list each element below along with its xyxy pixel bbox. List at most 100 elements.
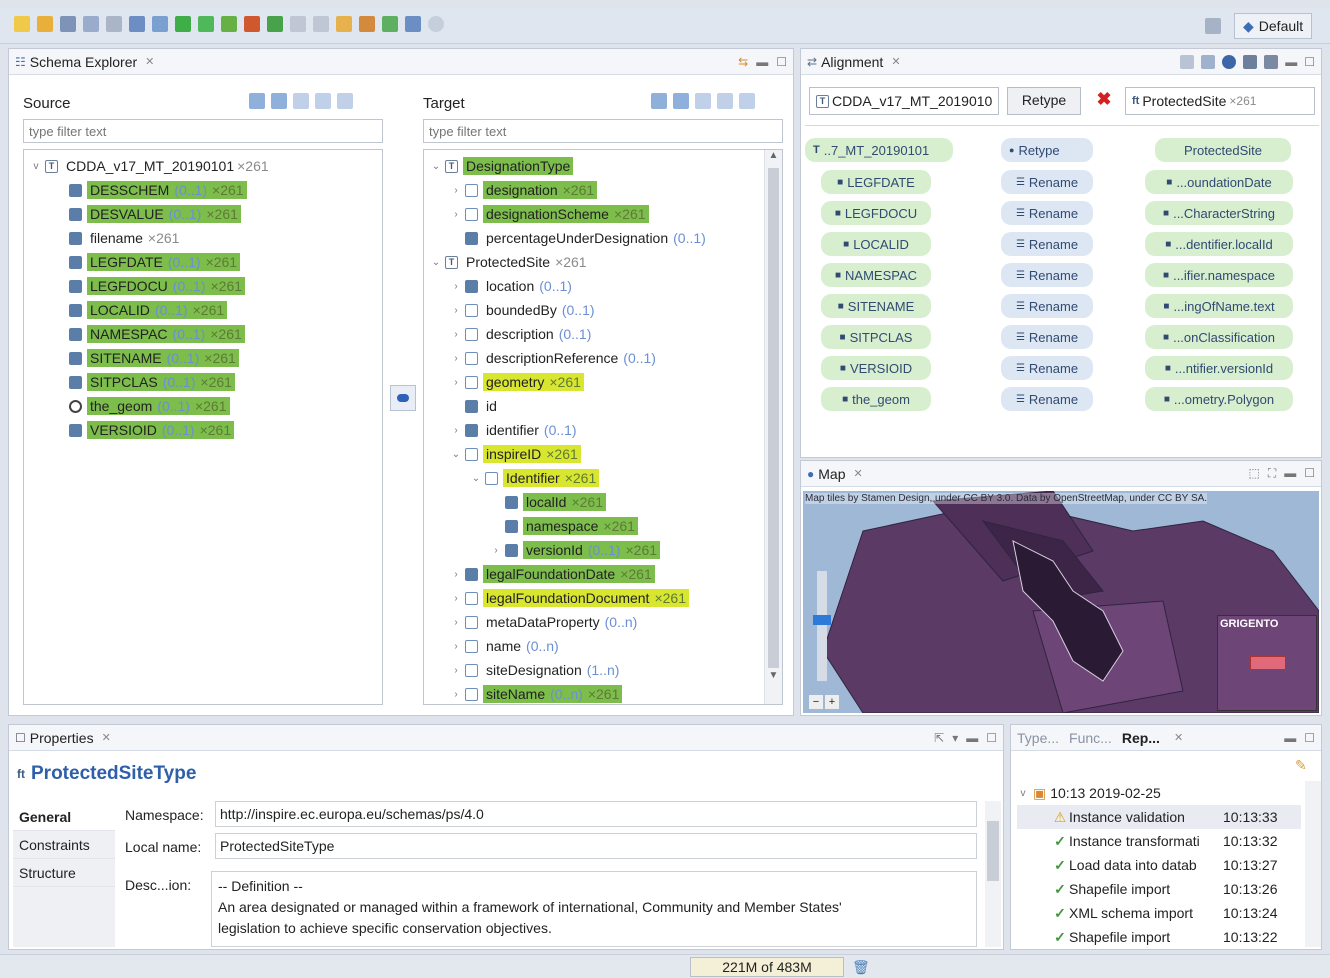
minimize-icon[interactable]: ▬ xyxy=(1284,731,1296,745)
tree-item[interactable]: › identifier (0..1) xyxy=(424,418,782,442)
remove-icon[interactable]: ✖ xyxy=(1093,89,1115,113)
expand-toggle-icon[interactable]: ⌄ xyxy=(430,257,442,268)
alignment-source-entity[interactable]: ■ LEGFDATE xyxy=(821,170,931,194)
close-icon[interactable]: ✕ xyxy=(102,731,111,744)
properties-tab[interactable]: ☐ Properties ✕ ⇱ ▾ ▬ ☐ xyxy=(9,725,1003,751)
tree-icon[interactable] xyxy=(244,16,260,32)
alignment-target-entity[interactable]: ■ ...ingOfName.text xyxy=(1145,294,1293,318)
open-icon[interactable] xyxy=(37,16,53,32)
alignment-head-target[interactable]: ProtectedSite xyxy=(1155,138,1291,162)
link-icon[interactable] xyxy=(359,16,375,32)
collapse-toggle-icon[interactable]: v xyxy=(1017,788,1029,799)
link-editor-icon[interactable]: ⇆ xyxy=(738,55,748,69)
close-icon[interactable]: ✕ xyxy=(891,55,900,68)
tree-item[interactable]: › versionId (0..1) ×261 xyxy=(424,538,782,562)
alignment-function-cell[interactable]: ☰ Rename xyxy=(1001,232,1093,256)
tree-item[interactable]: ⌄ inspireID ×261 xyxy=(424,442,782,466)
tree-item[interactable]: › siteName (0..n) ×261 xyxy=(424,682,782,704)
view-menu-icon[interactable]: ▾ xyxy=(952,731,958,745)
retype-button[interactable]: Retype xyxy=(1007,87,1081,115)
refresh-icon[interactable] xyxy=(336,16,352,32)
alignment-source-entity[interactable]: ■ LOCALID xyxy=(821,232,931,256)
expand-toggle-icon[interactable]: › xyxy=(450,617,462,628)
alignment-source-entity[interactable]: ■ VERSIOID xyxy=(821,356,931,380)
maximize-icon[interactable]: ☐ xyxy=(1304,466,1315,481)
globe-icon[interactable] xyxy=(405,16,421,32)
tree-item[interactable]: DESSCHEM (0..1) ×261 xyxy=(24,178,382,202)
tree-item[interactable]: › designation ×261 xyxy=(424,178,782,202)
garbage-collect-icon[interactable]: 🗑 xyxy=(852,959,870,976)
tree-item[interactable]: › geometry ×261 xyxy=(424,370,782,394)
zoom-out-button[interactable]: − xyxy=(809,695,823,709)
import-data-icon[interactable] xyxy=(152,16,168,32)
map-inset[interactable]: GRIGENTO xyxy=(1217,615,1317,711)
map-zoom-icon[interactable]: ⛶ xyxy=(1268,466,1276,481)
minimize-icon[interactable]: ▬ xyxy=(966,731,978,745)
save-icon[interactable] xyxy=(60,16,76,32)
expand-toggle-icon[interactable]: › xyxy=(450,377,462,388)
tree-item[interactable]: ⌄ Identifier ×261 xyxy=(424,466,782,490)
tab-reports[interactable]: Rep... xyxy=(1122,730,1160,746)
tab-structure[interactable]: Structure xyxy=(13,859,115,887)
expand-toggle-icon[interactable]: › xyxy=(450,665,462,676)
tab-constraints[interactable]: Constraints xyxy=(13,831,115,859)
scroll-down-icon[interactable]: ▼ xyxy=(765,670,782,681)
close-icon[interactable]: ✕ xyxy=(1174,731,1183,744)
expand-toggle-icon[interactable]: ⌄ xyxy=(450,449,462,460)
alignment-function-cell[interactable]: ☰ Rename xyxy=(1001,325,1093,349)
scroll-up-icon[interactable]: ▲ xyxy=(765,150,782,166)
report-row[interactable]: ✓ XML schema import 10:13:24 xyxy=(1017,901,1301,925)
alignment-source-entity[interactable]: ■ the_geom xyxy=(821,387,931,411)
tab-functions[interactable]: Func... xyxy=(1069,730,1112,746)
filter-cells-icon[interactable] xyxy=(1243,54,1258,69)
tree-item[interactable]: › description (0..1) xyxy=(424,322,782,346)
tree-item[interactable]: id xyxy=(424,394,782,418)
tree-item[interactable]: DESVALUE (0..1) ×261 xyxy=(24,202,382,226)
alignment-target-type[interactable]: ft ProtectedSite ×261 xyxy=(1125,87,1315,115)
source-root[interactable]: v T CDDA_v17_MT_20190101 ×261 xyxy=(24,154,382,178)
alignment-target-entity[interactable]: ■ ...dentifier.localId xyxy=(1145,232,1293,256)
tree-item[interactable]: ⌄ T DesignationType xyxy=(424,154,782,178)
properties-scrollbar[interactable] xyxy=(985,801,1001,947)
tree-item[interactable]: localId ×261 xyxy=(424,490,782,514)
alignment-head-function[interactable]: ● Retype xyxy=(1001,138,1093,162)
expand-toggle-icon[interactable]: › xyxy=(450,425,462,436)
instances-icon[interactable] xyxy=(315,93,331,109)
report-row[interactable]: ✓ Shapefile import 10:13:22 xyxy=(1017,925,1301,949)
localname-field[interactable]: ProtectedSiteType xyxy=(215,833,977,859)
expand-toggle-icon[interactable]: › xyxy=(450,329,462,340)
tree-item[interactable]: VERSIOID (0..1) ×261 xyxy=(24,418,382,442)
alignment-source-entity[interactable]: ■ LEGFDOCU xyxy=(821,201,931,225)
tree-item[interactable]: › siteDesignation (1..n) xyxy=(424,658,782,682)
alignment-target-entity[interactable]: ■ ...onClassification xyxy=(1145,325,1293,349)
expand-toggle-icon[interactable]: › xyxy=(490,545,502,556)
close-icon[interactable]: ✕ xyxy=(145,55,154,68)
expand-toggle-icon[interactable]: › xyxy=(450,185,462,196)
alignment-source-entity[interactable]: ■ NAMESPAC xyxy=(821,263,931,287)
expand-toggle-icon[interactable]: ⌄ xyxy=(430,161,442,172)
pin-icon[interactable]: ⇱ xyxy=(934,731,944,745)
tree-item[interactable]: › descriptionReference (0..1) xyxy=(424,346,782,370)
tree-item[interactable]: › boundedBy (0..1) xyxy=(424,298,782,322)
transform-icon[interactable] xyxy=(175,16,191,32)
import-schema-icon[interactable] xyxy=(129,16,145,32)
expand-toggle-icon[interactable]: › xyxy=(450,641,462,652)
close-icon[interactable]: ✕ xyxy=(853,467,862,480)
tree-item[interactable]: LOCALID (0..1) ×261 xyxy=(24,298,382,322)
schema-explorer-tab[interactable]: ☷ Schema Explorer ✕ ⇆ ▬ ☐ xyxy=(9,49,793,75)
settings-icon[interactable] xyxy=(382,16,398,32)
tab-general[interactable]: General xyxy=(13,803,115,831)
alignment-target-entity[interactable]: ■ ...ifier.namespace xyxy=(1145,263,1293,287)
filter-icon[interactable] xyxy=(293,93,309,109)
save-as-icon[interactable] xyxy=(83,16,99,32)
alignment-target-entity[interactable]: ■ ...ntifier.versionId xyxy=(1145,356,1293,380)
new-project-icon[interactable] xyxy=(14,16,30,32)
expand-toggle-icon[interactable]: › xyxy=(450,689,462,700)
collapse-icon[interactable] xyxy=(271,93,287,109)
expand-toggle-icon[interactable]: › xyxy=(450,209,462,220)
undo-icon[interactable] xyxy=(290,16,306,32)
mapping-icon[interactable] xyxy=(221,16,237,32)
cleanup-icon[interactable] xyxy=(267,16,283,32)
alignment-target-entity[interactable]: ■ ...CharacterString xyxy=(1145,201,1293,225)
expand-icon[interactable] xyxy=(249,93,265,109)
